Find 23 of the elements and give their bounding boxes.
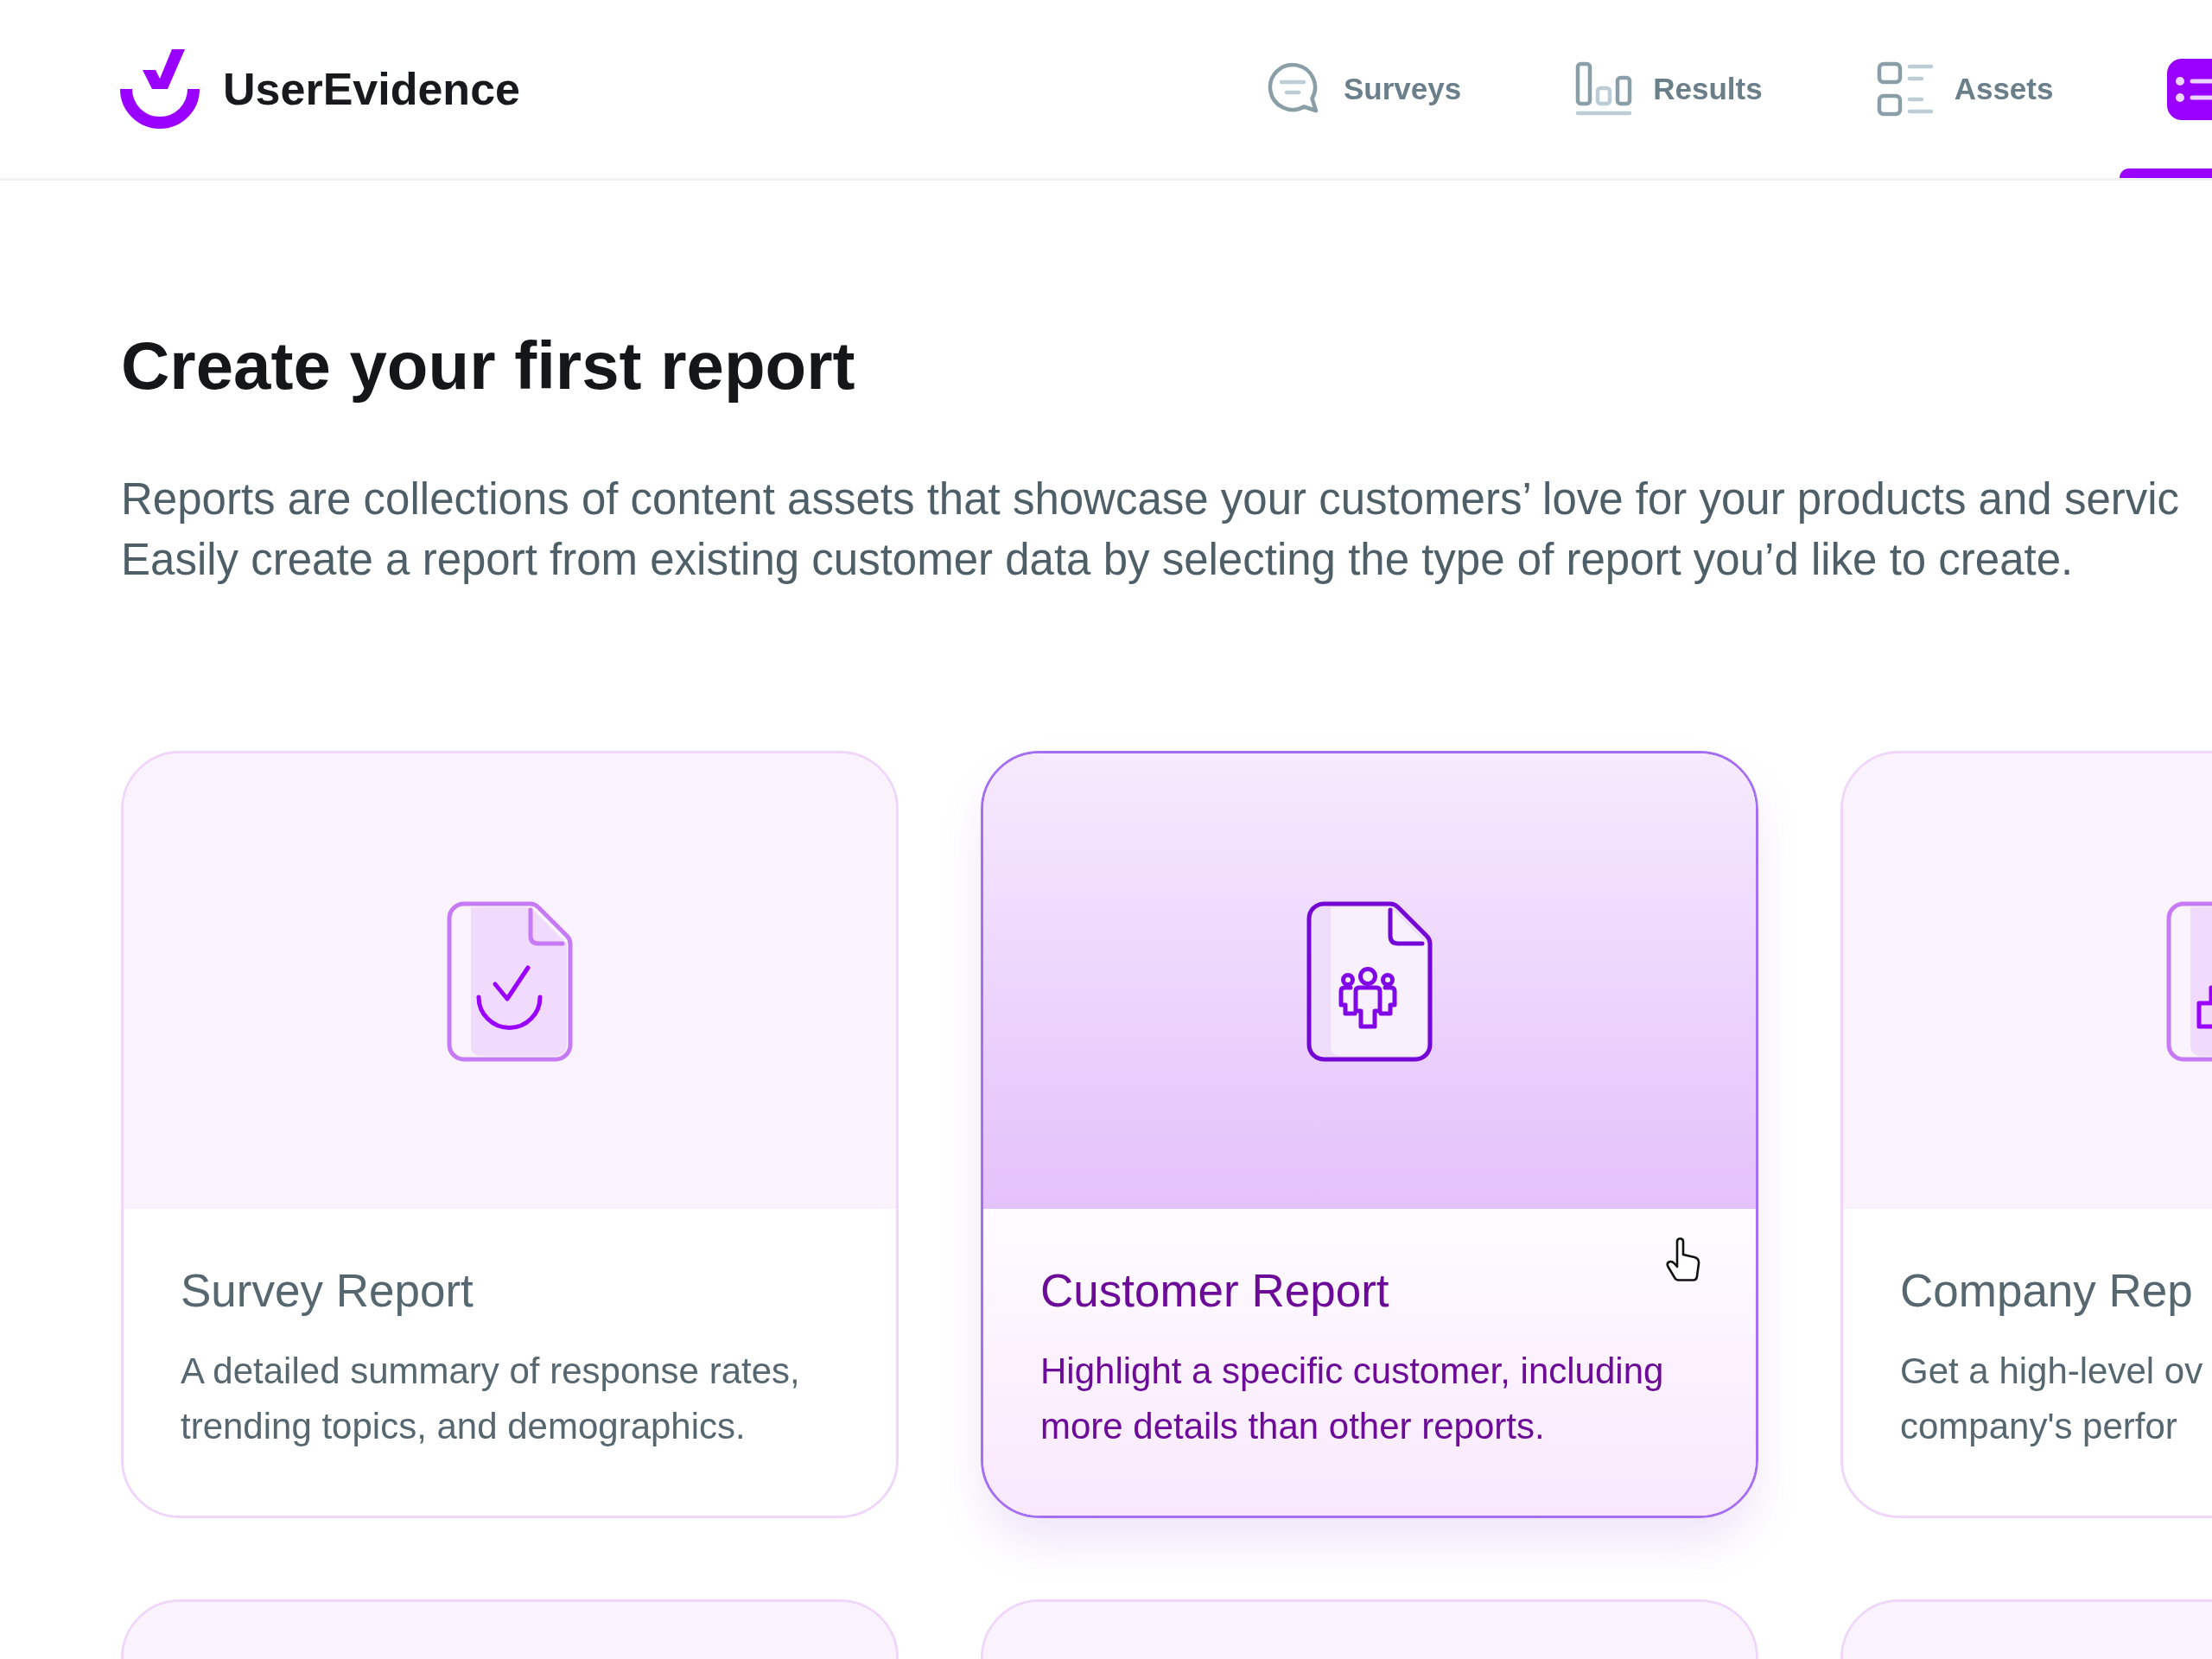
brand-name: UserEvidence [223,62,520,116]
pointer-hand-icon [1665,1237,1701,1282]
intro-text: Easily create a report from existing customer data by selecting the type of report you’d like to create. [121,534,2074,586]
bulleted-list-icon [2167,58,2212,120]
card-title: Customer Report [1040,1264,1389,1318]
nav-tab[interactable]: Results [1528,0,1810,178]
document-people-icon [1306,900,1433,1062]
card-description: A detailed summary of response rates, trending topics, and demographics. [181,1350,800,1448]
card-description: Get a high-level ov company's perfor [1900,1350,2203,1448]
report-card[interactable]: Survey Report A detailed summary of response rates, trending topics, and demographics. [121,751,899,1518]
nav-tab[interactable]: Assets [1828,0,2101,178]
logo-icon [120,48,200,130]
card-title: Survey Report [181,1264,474,1318]
document-check-icon [447,900,573,1062]
square-list-icon [1876,60,1934,118]
intro-text: Reports are collections of content assets that showcase your customers’ love for your products and servic [121,474,2180,525]
report-card[interactable]: Customer Report Highlight a specific customer, including more details than other reports. [981,751,1758,1518]
nav-tab[interactable]: Surveys [1218,0,1510,178]
page-title: Create your first report [121,327,855,405]
bar-chart-icon [1575,60,1633,118]
report-card[interactable]: Company Rep Get a high-level ov company's perfor [1840,751,2212,1518]
card-title: Company Rep [1900,1264,2193,1318]
card-description: Highlight a specific customer, including more details than other reports. [1040,1350,1664,1448]
